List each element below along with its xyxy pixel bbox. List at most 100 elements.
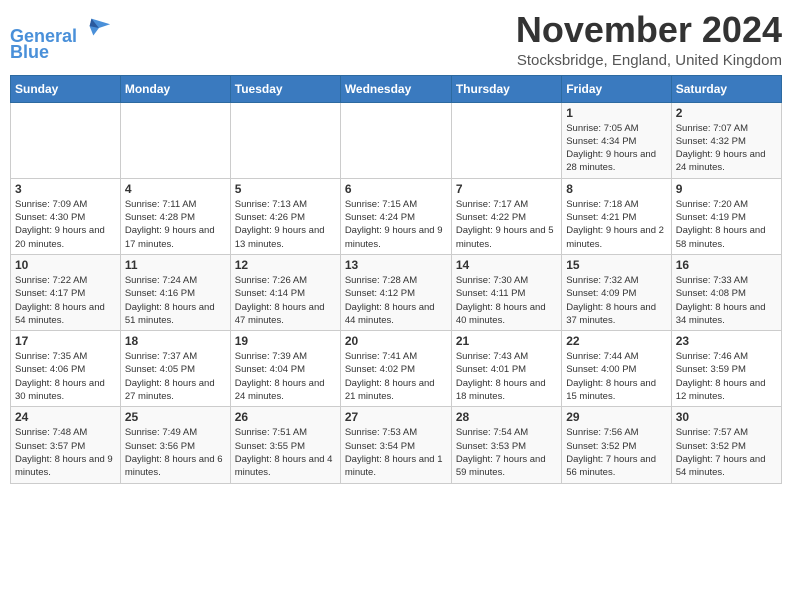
calendar-cell: 5 Sunrise: 7:13 AMSunset: 4:26 PMDaylight… bbox=[230, 178, 340, 254]
calendar-cell bbox=[340, 102, 451, 178]
day-info: Sunrise: 7:54 AMSunset: 3:53 PMDaylight:… bbox=[456, 426, 557, 479]
day-number: 21 bbox=[456, 334, 557, 348]
day-number: 2 bbox=[676, 106, 777, 120]
calendar-cell bbox=[11, 102, 121, 178]
day-info: Sunrise: 7:49 AMSunset: 3:56 PMDaylight:… bbox=[125, 426, 226, 479]
calendar-cell: 16 Sunrise: 7:33 AMSunset: 4:08 PMDayligh… bbox=[671, 254, 781, 330]
day-number: 16 bbox=[676, 258, 777, 272]
calendar-cell: 14 Sunrise: 7:30 AMSunset: 4:11 PMDayligh… bbox=[451, 254, 561, 330]
day-number: 20 bbox=[345, 334, 447, 348]
day-number: 24 bbox=[15, 410, 116, 424]
day-info: Sunrise: 7:26 AMSunset: 4:14 PMDaylight:… bbox=[235, 274, 336, 327]
day-number: 12 bbox=[235, 258, 336, 272]
day-number: 1 bbox=[566, 106, 666, 120]
calendar-cell: 8 Sunrise: 7:18 AMSunset: 4:21 PMDaylight… bbox=[562, 178, 671, 254]
day-number: 18 bbox=[125, 334, 226, 348]
day-info: Sunrise: 7:15 AMSunset: 4:24 PMDaylight:… bbox=[345, 198, 447, 251]
day-info: Sunrise: 7:28 AMSunset: 4:12 PMDaylight:… bbox=[345, 274, 447, 327]
col-header-saturday: Saturday bbox=[671, 75, 781, 102]
day-number: 15 bbox=[566, 258, 666, 272]
col-header-wednesday: Wednesday bbox=[340, 75, 451, 102]
calendar-cell bbox=[451, 102, 561, 178]
col-header-sunday: Sunday bbox=[11, 75, 121, 102]
day-number: 4 bbox=[125, 182, 226, 196]
day-info: Sunrise: 7:56 AMSunset: 3:52 PMDaylight:… bbox=[566, 426, 666, 479]
calendar-cell: 13 Sunrise: 7:28 AMSunset: 4:12 PMDayligh… bbox=[340, 254, 451, 330]
calendar: SundayMondayTuesdayWednesdayThursdayFrid… bbox=[10, 75, 782, 484]
logo-bird-icon bbox=[84, 14, 112, 42]
col-header-friday: Friday bbox=[562, 75, 671, 102]
day-number: 13 bbox=[345, 258, 447, 272]
calendar-cell: 7 Sunrise: 7:17 AMSunset: 4:22 PMDaylight… bbox=[451, 178, 561, 254]
day-info: Sunrise: 7:43 AMSunset: 4:01 PMDaylight:… bbox=[456, 350, 557, 403]
day-info: Sunrise: 7:53 AMSunset: 3:54 PMDaylight:… bbox=[345, 426, 447, 479]
calendar-cell: 4Sunrise: 7:11 AMSunset: 4:28 PMDaylight… bbox=[120, 178, 230, 254]
day-number: 11 bbox=[125, 258, 226, 272]
calendar-cell: 18 Sunrise: 7:37 AMSunset: 4:05 PMDayligh… bbox=[120, 331, 230, 407]
location: Stocksbridge, England, United Kingdom bbox=[516, 52, 782, 69]
title-area: November 2024 Stocksbridge, England, Uni… bbox=[516, 10, 782, 69]
calendar-cell: 23 Sunrise: 7:46 AMSunset: 3:59 PMDayligh… bbox=[671, 331, 781, 407]
day-number: 6 bbox=[345, 182, 447, 196]
day-number: 3 bbox=[15, 182, 116, 196]
day-info: Sunrise: 7:37 AMSunset: 4:05 PMDaylight:… bbox=[125, 350, 226, 403]
day-number: 7 bbox=[456, 182, 557, 196]
logo: General Blue bbox=[10, 14, 112, 63]
day-info: Sunrise: 7:30 AMSunset: 4:11 PMDaylight:… bbox=[456, 274, 557, 327]
day-info: Sunrise: 7:07 AMSunset: 4:32 PMDaylight:… bbox=[676, 122, 777, 175]
day-info: Sunrise: 7:20 AMSunset: 4:19 PMDaylight:… bbox=[676, 198, 777, 251]
day-number: 25 bbox=[125, 410, 226, 424]
calendar-cell: 20 Sunrise: 7:41 AMSunset: 4:02 PMDayligh… bbox=[340, 331, 451, 407]
day-info: Sunrise: 7:09 AMSunset: 4:30 PMDaylight:… bbox=[15, 198, 116, 251]
calendar-cell: 12 Sunrise: 7:26 AMSunset: 4:14 PMDayligh… bbox=[230, 254, 340, 330]
day-number: 10 bbox=[15, 258, 116, 272]
calendar-cell: 19 Sunrise: 7:39 AMSunset: 4:04 PMDayligh… bbox=[230, 331, 340, 407]
header: General Blue November 2024 Stocksbridge,… bbox=[10, 10, 782, 69]
calendar-cell: 15 Sunrise: 7:32 AMSunset: 4:09 PMDayligh… bbox=[562, 254, 671, 330]
day-number: 23 bbox=[676, 334, 777, 348]
calendar-cell: 17 Sunrise: 7:35 AMSunset: 4:06 PMDayligh… bbox=[11, 331, 121, 407]
calendar-cell bbox=[230, 102, 340, 178]
day-info: Sunrise: 7:32 AMSunset: 4:09 PMDaylight:… bbox=[566, 274, 666, 327]
calendar-cell: 9Sunrise: 7:20 AMSunset: 4:19 PMDaylight… bbox=[671, 178, 781, 254]
day-info: Sunrise: 7:33 AMSunset: 4:08 PMDaylight:… bbox=[676, 274, 777, 327]
day-info: Sunrise: 7:13 AMSunset: 4:26 PMDaylight:… bbox=[235, 198, 336, 251]
calendar-cell: 22Sunrise: 7:44 AMSunset: 4:00 PMDayligh… bbox=[562, 331, 671, 407]
day-number: 29 bbox=[566, 410, 666, 424]
day-info: Sunrise: 7:18 AMSunset: 4:21 PMDaylight:… bbox=[566, 198, 666, 251]
calendar-cell: 26 Sunrise: 7:51 AMSunset: 3:55 PMDayligh… bbox=[230, 407, 340, 483]
calendar-cell: 25 Sunrise: 7:49 AMSunset: 3:56 PMDayligh… bbox=[120, 407, 230, 483]
day-number: 8 bbox=[566, 182, 666, 196]
day-info: Sunrise: 7:51 AMSunset: 3:55 PMDaylight:… bbox=[235, 426, 336, 479]
day-number: 19 bbox=[235, 334, 336, 348]
day-number: 5 bbox=[235, 182, 336, 196]
day-info: Sunrise: 7:35 AMSunset: 4:06 PMDaylight:… bbox=[15, 350, 116, 403]
calendar-cell: 3 Sunrise: 7:09 AMSunset: 4:30 PMDaylight… bbox=[11, 178, 121, 254]
day-info: Sunrise: 7:41 AMSunset: 4:02 PMDaylight:… bbox=[345, 350, 447, 403]
day-info: Sunrise: 7:46 AMSunset: 3:59 PMDaylight:… bbox=[676, 350, 777, 403]
col-header-tuesday: Tuesday bbox=[230, 75, 340, 102]
calendar-cell: 2 Sunrise: 7:07 AMSunset: 4:32 PMDaylight… bbox=[671, 102, 781, 178]
day-info: Sunrise: 7:05 AMSunset: 4:34 PMDaylight:… bbox=[566, 122, 666, 175]
calendar-cell bbox=[120, 102, 230, 178]
day-info: Sunrise: 7:22 AMSunset: 4:17 PMDaylight:… bbox=[15, 274, 116, 327]
day-number: 26 bbox=[235, 410, 336, 424]
day-info: Sunrise: 7:48 AMSunset: 3:57 PMDaylight:… bbox=[15, 426, 116, 479]
calendar-cell: 28Sunrise: 7:54 AMSunset: 3:53 PMDayligh… bbox=[451, 407, 561, 483]
calendar-cell: 21 Sunrise: 7:43 AMSunset: 4:01 PMDayligh… bbox=[451, 331, 561, 407]
col-header-monday: Monday bbox=[120, 75, 230, 102]
day-info: Sunrise: 7:39 AMSunset: 4:04 PMDaylight:… bbox=[235, 350, 336, 403]
day-number: 30 bbox=[676, 410, 777, 424]
month-title: November 2024 bbox=[516, 10, 782, 50]
day-info: Sunrise: 7:57 AMSunset: 3:52 PMDaylight:… bbox=[676, 426, 777, 479]
day-info: Sunrise: 7:17 AMSunset: 4:22 PMDaylight:… bbox=[456, 198, 557, 251]
calendar-cell: 6 Sunrise: 7:15 AMSunset: 4:24 PMDaylight… bbox=[340, 178, 451, 254]
day-number: 14 bbox=[456, 258, 557, 272]
day-number: 17 bbox=[15, 334, 116, 348]
calendar-cell: 11 Sunrise: 7:24 AMSunset: 4:16 PMDayligh… bbox=[120, 254, 230, 330]
day-number: 22 bbox=[566, 334, 666, 348]
calendar-cell: 30 Sunrise: 7:57 AMSunset: 3:52 PMDayligh… bbox=[671, 407, 781, 483]
calendar-cell: 1 Sunrise: 7:05 AMSunset: 4:34 PMDaylight… bbox=[562, 102, 671, 178]
day-info: Sunrise: 7:24 AMSunset: 4:16 PMDaylight:… bbox=[125, 274, 226, 327]
day-number: 27 bbox=[345, 410, 447, 424]
